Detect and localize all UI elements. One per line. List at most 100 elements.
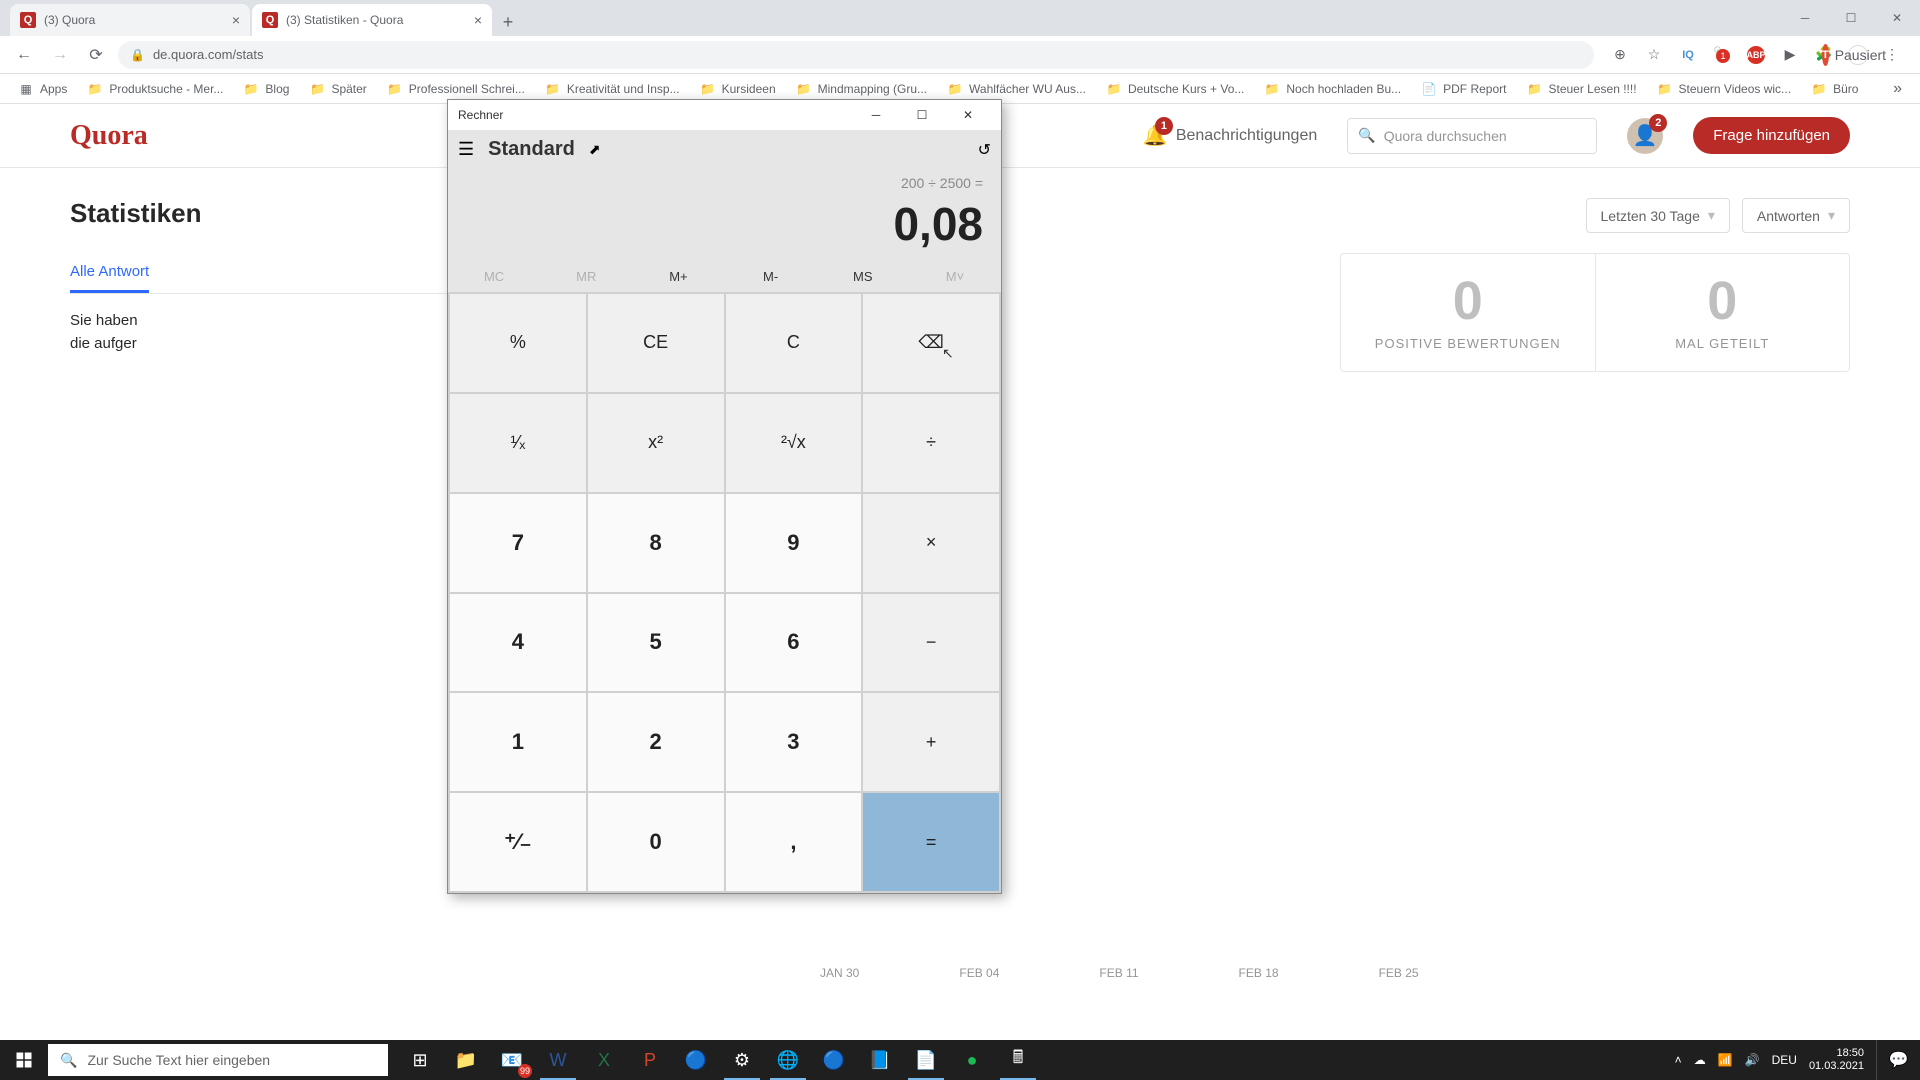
- bookmark-item[interactable]: 📁Wahlfächer WU Aus...: [939, 77, 1094, 101]
- key-negate[interactable]: ⁺⁄₋: [450, 793, 586, 891]
- action-center-icon[interactable]: 💬: [1876, 1040, 1920, 1080]
- edge-icon[interactable]: 🔵: [812, 1040, 856, 1080]
- calculator-titlebar[interactable]: Rechner ─ ☐ ✕: [448, 100, 1001, 130]
- close-icon[interactable]: ✕: [1874, 3, 1920, 33]
- menu-icon[interactable]: ⋮: [1882, 45, 1902, 65]
- url-input[interactable]: 🔒 de.quora.com/stats: [118, 41, 1594, 69]
- stat-shares[interactable]: 0 MAL GETEILT: [1595, 254, 1850, 371]
- key-9[interactable]: 9: [726, 494, 862, 592]
- key-8[interactable]: 8: [588, 494, 724, 592]
- app-icon[interactable]: 🔵: [674, 1040, 718, 1080]
- spotify-icon[interactable]: ●: [950, 1040, 994, 1080]
- mem-mplus[interactable]: M+: [632, 261, 724, 292]
- key-backspace[interactable]: ⌫: [863, 294, 999, 392]
- extension-iq-icon[interactable]: IQ: [1678, 45, 1698, 65]
- key-0[interactable]: 0: [588, 793, 724, 891]
- bookmark-item[interactable]: 📁Kursideen: [692, 77, 784, 101]
- bookmark-item[interactable]: 📁Mindmapping (Gru...: [788, 77, 935, 101]
- key-sqrt[interactable]: ²√x: [726, 394, 862, 492]
- search-input[interactable]: 🔍 Quora durchsuchen: [1347, 118, 1597, 154]
- key-subtract[interactable]: −: [863, 594, 999, 692]
- key-7[interactable]: 7: [450, 494, 586, 592]
- filter-timerange[interactable]: Letzten 30 Tage ▾: [1586, 198, 1730, 233]
- notepad-icon[interactable]: 📄: [904, 1040, 948, 1080]
- task-view-icon[interactable]: ⊞: [398, 1040, 442, 1080]
- mem-mminus[interactable]: M-: [725, 261, 817, 292]
- language-indicator[interactable]: DEU: [1772, 1053, 1797, 1067]
- bookmark-item[interactable]: 📁Steuer Lesen !!!!: [1518, 77, 1644, 101]
- maximize-icon[interactable]: ☐: [1828, 3, 1874, 33]
- wifi-icon[interactable]: 📶: [1718, 1053, 1733, 1067]
- close-icon[interactable]: ×: [474, 12, 482, 28]
- key-multiply[interactable]: ×: [863, 494, 999, 592]
- filter-type[interactable]: Antworten ▾: [1742, 198, 1850, 233]
- key-ce[interactable]: CE: [588, 294, 724, 392]
- key-5[interactable]: 5: [588, 594, 724, 692]
- browser-tab-1[interactable]: Q (3) Statistiken - Quora ×: [252, 4, 492, 36]
- mem-ms[interactable]: MS: [817, 261, 909, 292]
- bookmark-item[interactable]: 📄PDF Report: [1413, 77, 1514, 101]
- bookmark-item[interactable]: 📁Steuern Videos wic...: [1649, 77, 1800, 101]
- star-icon[interactable]: ☆: [1644, 45, 1664, 65]
- quora-logo[interactable]: Quora: [70, 120, 148, 152]
- word-icon[interactable]: W: [536, 1040, 580, 1080]
- stat-upvotes[interactable]: 0 POSITIVE BEWERTUNGEN: [1341, 254, 1595, 371]
- zoom-icon[interactable]: ⊕: [1610, 45, 1630, 65]
- new-tab-button[interactable]: +: [494, 8, 522, 36]
- bookmark-item[interactable]: 📁Noch hochladen Bu...: [1256, 77, 1409, 101]
- file-explorer-icon[interactable]: 📁: [444, 1040, 488, 1080]
- extension-tag-icon[interactable]: 🏷️1: [1712, 45, 1732, 65]
- hamburger-icon[interactable]: ☰: [458, 139, 474, 160]
- profile-button[interactable]: T Pausiert: [1848, 45, 1868, 65]
- key-3[interactable]: 3: [726, 693, 862, 791]
- tray-overflow-icon[interactable]: ˄: [1675, 1053, 1682, 1067]
- calculator-icon[interactable]: 🖩: [996, 1040, 1040, 1080]
- bookmark-item[interactable]: 📁Produktsuche - Mer...: [79, 77, 231, 101]
- excel-icon[interactable]: X: [582, 1040, 626, 1080]
- clock[interactable]: 18:50 01.03.2021: [1809, 1047, 1864, 1073]
- pin-icon[interactable]: ⬈: [589, 141, 601, 158]
- close-icon[interactable]: ✕: [945, 100, 991, 130]
- extension-abp-icon[interactable]: ABP: [1746, 45, 1766, 65]
- notifications-button[interactable]: 🔔 Benachrichtigungen 1: [1143, 123, 1317, 148]
- cloud-icon[interactable]: ☁: [1694, 1053, 1706, 1067]
- bookmark-item[interactable]: 📁Deutsche Kurs + Vo...: [1098, 77, 1252, 101]
- tab-all-answers[interactable]: Alle Antwort: [70, 253, 149, 293]
- bookmark-item[interactable]: 📁Büro: [1803, 77, 1866, 101]
- extension-video-icon[interactable]: ▶: [1780, 45, 1800, 65]
- back-button[interactable]: ←: [10, 41, 38, 69]
- bookmark-item[interactable]: 📁Kreativität und Insp...: [537, 77, 688, 101]
- app-icon[interactable]: 📘: [858, 1040, 902, 1080]
- minimize-icon[interactable]: ─: [853, 100, 899, 130]
- history-icon[interactable]: ↺: [978, 140, 991, 160]
- key-reciprocal[interactable]: ¹⁄ₓ: [450, 394, 586, 492]
- key-4[interactable]: 4: [450, 594, 586, 692]
- bookmark-apps[interactable]: ▦Apps: [10, 77, 75, 101]
- key-c[interactable]: C: [726, 294, 862, 392]
- reload-button[interactable]: ⟳: [82, 41, 110, 69]
- key-equals[interactable]: =: [863, 793, 999, 891]
- mail-icon[interactable]: 📧99: [490, 1040, 534, 1080]
- chrome-icon[interactable]: 🌐: [766, 1040, 810, 1080]
- bookmark-item[interactable]: 📁Professionell Schrei...: [379, 77, 533, 101]
- key-percent[interactable]: %: [450, 294, 586, 392]
- maximize-icon[interactable]: ☐: [899, 100, 945, 130]
- key-decimal[interactable]: ,: [726, 793, 862, 891]
- key-divide[interactable]: ÷: [863, 394, 999, 492]
- ask-question-button[interactable]: Frage hinzufügen: [1693, 117, 1850, 154]
- close-icon[interactable]: ×: [232, 12, 240, 28]
- taskbar-search[interactable]: 🔍 Zur Suche Text hier eingeben: [48, 1044, 388, 1076]
- obs-icon[interactable]: ⚙: [720, 1040, 764, 1080]
- volume-icon[interactable]: 🔊: [1745, 1053, 1760, 1067]
- minimize-icon[interactable]: ─: [1782, 3, 1828, 33]
- user-avatar[interactable]: 👤 2: [1627, 118, 1663, 154]
- bookmark-item[interactable]: 📁Blog: [235, 77, 297, 101]
- bookmarks-overflow[interactable]: »: [1885, 80, 1910, 98]
- powerpoint-icon[interactable]: P: [628, 1040, 672, 1080]
- browser-tab-0[interactable]: Q (3) Quora ×: [10, 4, 250, 36]
- key-2[interactable]: 2: [588, 693, 724, 791]
- key-add[interactable]: +: [863, 693, 999, 791]
- key-square[interactable]: x²: [588, 394, 724, 492]
- start-button[interactable]: [0, 1040, 48, 1080]
- key-6[interactable]: 6: [726, 594, 862, 692]
